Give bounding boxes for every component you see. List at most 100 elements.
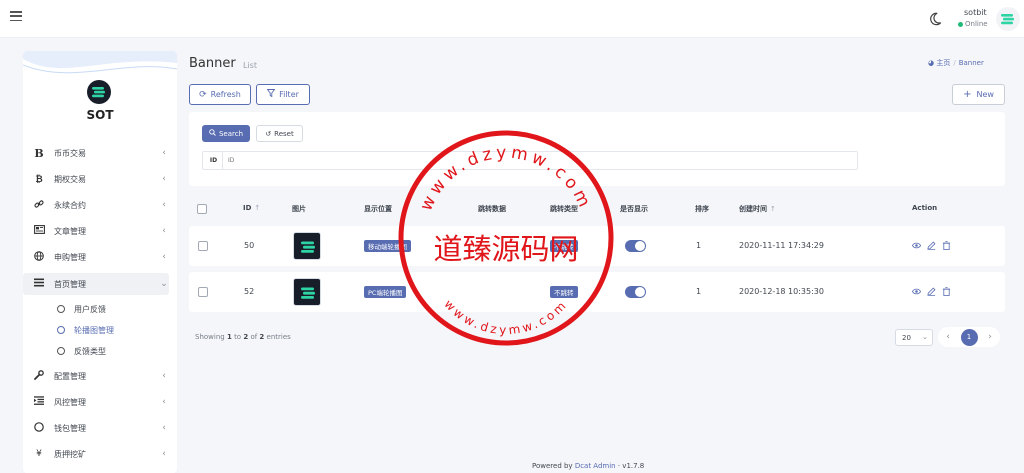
sidebar-item-label: 期权交易	[54, 174, 86, 184]
footer: Powered by Dcat Admin · v1.7.8	[532, 462, 644, 470]
reset-button-label: Reset	[274, 129, 294, 138]
column-header-image: 图片	[292, 205, 306, 213]
delete-trash-icon[interactable]	[942, 287, 951, 296]
chevron-left-icon: ‹	[162, 200, 166, 210]
online-dot-icon	[958, 21, 963, 27]
sidebar-item-subscription-management[interactable]: 申购管理 ‹	[23, 246, 169, 268]
page-subtitle: List	[243, 61, 257, 70]
sidebar-item-staking-mining[interactable]: ¥ 质押挖矿 ‹	[23, 443, 169, 465]
new-button[interactable]: + New	[952, 84, 1005, 105]
chevron-left-icon: ‹	[162, 252, 166, 262]
row-sort: 1	[696, 287, 702, 296]
view-eye-icon[interactable]	[912, 287, 921, 296]
sidebar-item-options-trading[interactable]: ₿ 期权交易 ‹	[23, 168, 169, 190]
page-button-current[interactable]: 1	[960, 328, 978, 346]
list-icon	[32, 278, 46, 290]
row-id: 52	[244, 287, 255, 296]
sidebar-item-spot-trading[interactable]: B 币币交易 ‹	[23, 142, 169, 164]
user-status-text: Online	[965, 20, 988, 28]
search-button-label: Search	[218, 129, 244, 138]
refresh-icon: ⟳	[199, 89, 207, 100]
toggle-knob	[635, 287, 645, 297]
reset-button[interactable]: ↺ Reset	[256, 125, 303, 142]
edit-pencil-icon[interactable]	[927, 287, 936, 296]
sidebar-item-perpetual-contract[interactable]: 永续合约 ‹	[23, 194, 169, 216]
bitcoin-icon: ₿	[35, 174, 43, 185]
per-page-select[interactable]: 20 ⌄	[895, 329, 933, 346]
column-header-action: Action	[912, 204, 938, 212]
chevron-left-icon: ‹	[162, 174, 166, 184]
select-all-checkbox[interactable]	[197, 204, 207, 214]
sort-arrow-icon[interactable]: ↑	[770, 205, 776, 213]
breadcrumb-home[interactable]: 主页	[936, 59, 950, 67]
edit-pencil-icon[interactable]	[927, 241, 936, 250]
banner-thumbnail[interactable]	[293, 232, 321, 260]
refresh-button[interactable]: ⟳ Refresh	[189, 84, 251, 105]
sidebar-item-label: 配置管理	[54, 371, 86, 381]
sidebar-item-label: 币币交易	[54, 148, 86, 158]
column-header-sort: 排序	[695, 205, 709, 213]
sidebar-item-article-management[interactable]: 文章管理 ‹	[23, 220, 169, 242]
chevron-left-icon: ‹	[162, 449, 166, 459]
chevron-left-icon: ‹	[162, 371, 166, 381]
stamp-center-text: 道臻源码网	[433, 232, 578, 266]
sidebar-subitem-feedback-type[interactable]: 反馈类型	[23, 342, 169, 360]
summary-text: Showing	[195, 333, 225, 341]
avatar[interactable]	[996, 7, 1020, 31]
sidebar-item-homepage-management[interactable]: 首页管理 ⌄	[23, 273, 169, 295]
column-header-visible: 是否显示	[620, 205, 648, 213]
footer-link[interactable]: Dcat Admin	[575, 462, 616, 470]
indent-icon	[32, 396, 46, 408]
chevron-left-icon: ‹	[162, 148, 166, 158]
menu-toggle-icon[interactable]	[10, 11, 22, 23]
sidebar-item-label: 文章管理	[54, 226, 86, 236]
circle-icon	[57, 326, 65, 334]
footer-text: Powered by	[532, 462, 573, 470]
sidebar-item-label: 质押挖矿	[54, 449, 86, 459]
sidebar-subitem-banner-management[interactable]: 轮播图管理	[23, 321, 169, 339]
banner-thumbnail[interactable]	[293, 278, 321, 306]
per-page-value: 20	[902, 333, 911, 342]
row-checkbox[interactable]	[198, 241, 208, 251]
filter-button-label: Filter	[279, 90, 299, 99]
circle-icon	[32, 421, 46, 435]
row-created-at: 2020-11-11 17:34:29	[739, 241, 824, 250]
watermark-stamp: www.dzymw.com www.dzymw.com 道臻源码网	[398, 130, 614, 346]
sort-arrow-icon[interactable]: ↑	[254, 204, 260, 212]
chevron-left-icon: ‹	[162, 226, 166, 236]
user-menu[interactable]: sotbit Online	[956, 7, 1020, 33]
view-eye-icon[interactable]	[912, 241, 921, 250]
undo-icon: ↺	[265, 129, 272, 138]
filter-button[interactable]: Filter	[256, 84, 310, 105]
column-header-created-at[interactable]: 创建时间 ↑	[739, 204, 776, 214]
sidebar-subitem-user-feedback[interactable]: 用户反馈	[23, 300, 169, 318]
column-header-id[interactable]: ID ↑	[243, 204, 260, 212]
chevron-left-icon: ‹	[162, 397, 166, 407]
dark-mode-moon-icon[interactable]	[928, 12, 942, 26]
row-checkbox[interactable]	[198, 287, 208, 297]
link-icon	[32, 199, 46, 212]
yen-icon: ¥	[36, 449, 42, 459]
sidebar-item-config-management[interactable]: 配置管理 ‹	[23, 365, 169, 387]
prev-page-icon[interactable]: ‹	[942, 332, 954, 342]
sidebar-subitem-label: 反馈类型	[74, 346, 106, 356]
visible-toggle[interactable]	[625, 240, 646, 252]
row-sort: 1	[696, 241, 702, 250]
pagination: ‹ 1 ›	[938, 327, 1000, 347]
sidebar-subitem-label: 轮播图管理	[74, 325, 114, 335]
next-page-icon[interactable]: ›	[984, 332, 996, 342]
delete-trash-icon[interactable]	[942, 241, 951, 250]
sidebar-item-risk-management[interactable]: 风控管理 ‹	[23, 391, 169, 413]
sidebar-item-label: 申购管理	[54, 252, 86, 262]
sidebar-item-label: 钱包管理	[54, 423, 86, 433]
summary-to: 2	[243, 333, 249, 341]
visible-toggle[interactable]	[625, 286, 646, 298]
search-button[interactable]: Search	[202, 125, 250, 142]
sidebar-item-wallet-management[interactable]: 钱包管理 ‹	[23, 417, 169, 439]
summary-text: entries	[266, 333, 291, 341]
sidebar-subitem-label: 用户反馈	[74, 304, 106, 314]
chevron-down-icon: ⌄	[922, 333, 928, 341]
user-name: sotbit	[964, 8, 987, 17]
search-icon	[209, 129, 216, 138]
sidebar-item-label: 风控管理	[54, 397, 86, 407]
